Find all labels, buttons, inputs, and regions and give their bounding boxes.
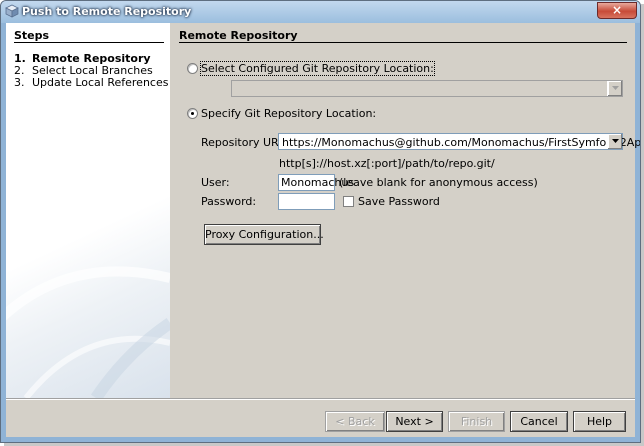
chevron-down-icon (612, 139, 619, 143)
user-field[interactable]: Monomachus (278, 174, 354, 191)
content-panel: Remote Repository Select Configured Git … (170, 23, 640, 398)
steps-divider (14, 42, 164, 43)
steps-panel: Steps 1. Remote Repository 2. Select Local… (6, 23, 170, 398)
step-label: Update Local References (32, 76, 169, 89)
repository-url-dropdown-button[interactable] (607, 134, 622, 149)
chevron-down-icon (612, 86, 619, 90)
save-password-checkbox[interactable] (343, 196, 354, 207)
repository-url-value: https://Monomachus@github.com/Monomachus… (282, 136, 641, 149)
configured-location-label[interactable]: Select Configured Git Repository Locatio… (200, 61, 435, 76)
title-bar[interactable]: Push to Remote Repository × (1, 1, 640, 23)
specify-location-radio[interactable] (187, 108, 198, 119)
window-title: Push to Remote Repository (22, 5, 192, 18)
steps-heading: Steps (14, 29, 50, 42)
user-label: User: (201, 176, 230, 189)
proxy-configuration-button[interactable]: Proxy Configuration... (204, 224, 324, 245)
back-button[interactable]: < Back (325, 411, 385, 432)
wizard-window: Push to Remote Repository × Steps 1. Remo… (0, 0, 641, 443)
save-password-label[interactable]: Save Password (358, 195, 440, 208)
password-field[interactable] (278, 193, 335, 210)
page-title: Remote Repository (179, 29, 298, 42)
user-hint: (leave blank for anonymous access) (339, 176, 538, 189)
step-item-update-local-references: 3. Update Local References (14, 76, 168, 89)
footer-separator (6, 398, 635, 400)
close-icon: × (611, 3, 623, 17)
finish-button[interactable]: Finish (448, 411, 505, 432)
configured-location-combo[interactable] (231, 80, 623, 97)
specify-location-label[interactable]: Specify Git Repository Location: (201, 107, 376, 120)
next-button[interactable]: Next > (386, 411, 443, 432)
help-button[interactable]: Help (573, 411, 626, 432)
repository-url-label: Repository URL: (201, 136, 289, 149)
close-button[interactable]: × (597, 2, 637, 19)
cancel-button[interactable]: Cancel (510, 411, 568, 432)
dialog-client: Steps 1. Remote Repository 2. Select Local… (6, 23, 640, 437)
configured-location-dropdown-button[interactable] (607, 81, 622, 96)
configured-location-radio[interactable] (187, 63, 198, 74)
repository-url-format-hint: http[s]://host.xz[:port]/path/to/repo.gi… (279, 157, 495, 170)
app-cube-icon (5, 4, 19, 18)
page-title-divider (179, 42, 627, 43)
step-number: 3. (14, 76, 25, 89)
repository-url-combo[interactable]: https://Monomachus@github.com/Monomachus… (278, 133, 640, 150)
password-label: Password: (201, 195, 257, 208)
